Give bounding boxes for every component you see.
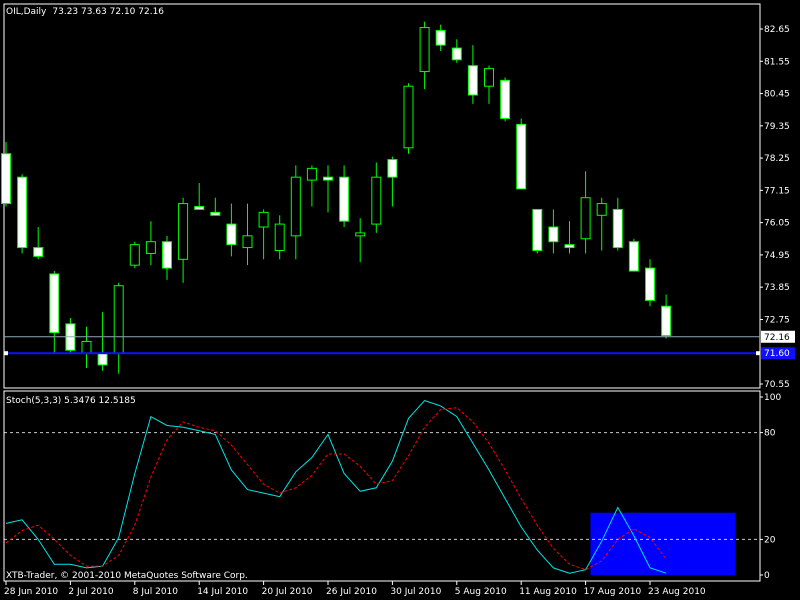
horizontal-line-left-handle [4,351,8,356]
candle-body [548,226,559,243]
candle-body [645,267,655,301]
time-axis-label: 28 Jun 2010 [4,587,58,597]
candle-body [306,167,317,181]
price-axis-label: 72.75 [764,315,790,325]
candle-body [612,208,623,249]
candle-body [226,223,237,246]
candle-body [17,176,28,249]
price-axis-label: 73.85 [764,283,790,293]
price-axis-label: 76.05 [764,219,790,229]
candle-body [145,241,156,254]
price-axis-label: 77.15 [764,186,790,196]
stochastic-axis-label: 20 [764,535,776,545]
time-axis-label: 20 Jul 2010 [262,587,313,597]
candle-body [97,352,108,366]
copyright-text: XTB-Trader, © 2001-2010 MetaQuotes Softw… [6,571,248,581]
candle-body [258,211,269,228]
current-price-tag-label: 72.16 [764,333,790,343]
candle-body [371,176,382,225]
price-axis-label: 82.65 [764,25,790,35]
time-axis-label: 17 Aug 2010 [584,587,642,597]
candle-body [113,285,124,354]
chart-canvas: 82.65 81.55 80.45 79.35 78.25 77.15 76.05 74.95… [0,0,800,600]
chart-window: 82.65 81.55 80.45 79.35 78.25 77.15 76.05 74.95… [0,0,800,600]
stochastic-axis-label: 80 [764,429,776,439]
candle-body [467,65,478,96]
candle-body [451,47,462,61]
candle-body [49,273,60,334]
price-axis-label: 80.45 [764,90,790,100]
candle-body [500,79,511,119]
time-axis-label: 11 Aug 2010 [519,587,577,597]
candle-body [403,85,414,149]
candle-body [194,206,205,210]
candle-body [274,223,285,252]
stochastic-axis-label: 0 [764,571,770,581]
candle-body [1,153,11,205]
stochastic-highlight-box [590,512,736,575]
chart-title: OIL,Daily 73.23 73.63 72.10 72.16 [6,7,164,17]
candle-body [387,159,398,178]
candle-body [178,203,189,260]
candle-body [516,123,527,190]
candle-body [532,208,543,252]
time-axis-label: 8 Jul 2010 [133,587,178,597]
price-axis-label: 81.55 [764,57,790,67]
time-axis-label: 23 Aug 2010 [648,587,706,597]
horizontal-line-tag-label: 71.60 [764,349,790,359]
candle-body [162,241,172,269]
candle-body [596,203,607,216]
horizontal-line-right-handle [756,351,760,356]
time-axis-label: 2 Jul 2010 [68,587,113,597]
candle-body [484,68,494,87]
candle-body [419,27,430,73]
time-axis-label: 5 Aug 2010 [455,587,507,597]
time-axis-label: 14 Jul 2010 [197,587,248,597]
candle-body [580,197,591,240]
candle-body [129,244,140,266]
candle-body [242,235,253,249]
candle-body [355,232,366,237]
candle-body [628,241,639,272]
candle-body [210,211,221,216]
time-axis-label: 30 Jul 2010 [390,587,441,597]
stochastic-axis-label: 100 [764,393,781,403]
price-axis-label: 78.25 [764,154,790,164]
candle-body [33,247,44,257]
candle-body [323,176,333,181]
candle-body [661,305,672,337]
price-axis-label: 79.35 [764,122,790,132]
candle-body [81,340,92,354]
time-axis-label: 26 Jul 2010 [326,587,377,597]
candle-body [339,176,350,222]
price-axis-label: 70.55 [764,380,790,390]
price-axis-label: 74.95 [764,251,790,261]
candle-body [435,29,446,46]
candle-body [564,244,575,249]
candle-body [290,176,301,237]
indicator-title: Stoch(5,3,3) 5.3476 12.5185 [6,396,136,406]
